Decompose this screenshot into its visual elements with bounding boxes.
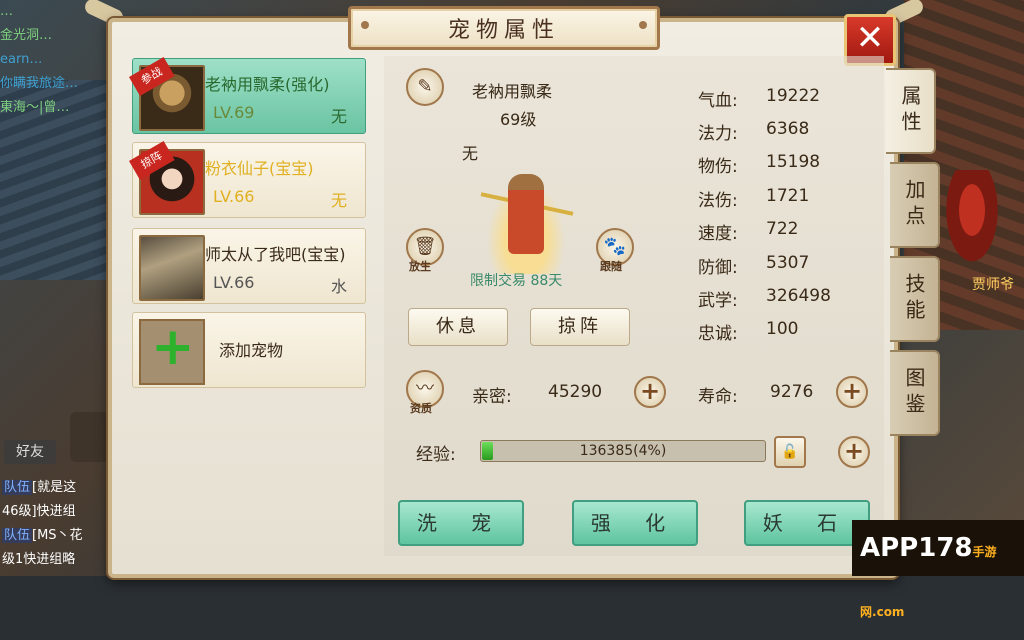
tab-add-points[interactable]: 加点 <box>890 162 940 248</box>
stat-value: 326498 <box>766 286 831 306</box>
rest-button[interactable]: 休息 <box>408 308 508 346</box>
trade-limit: 限制交易 88天 <box>470 273 563 289</box>
experience-bar: 136385(4%) <box>480 440 766 462</box>
stat-value: 6368 <box>766 119 810 139</box>
chat-line: 46级]快进组 <box>2 504 76 519</box>
friend-button[interactable]: 好友 <box>4 440 56 464</box>
site-watermark: APP178手游网.com <box>852 520 1024 619</box>
chat-line: earn… <box>0 52 43 67</box>
add-lifespan-button[interactable]: + <box>836 376 868 408</box>
team-chat: 队伍 [就是这 46级]快进组 队伍 [MS丶花 级1快进组略 <box>2 476 108 572</box>
detail-pet-level: 69级 <box>500 110 537 129</box>
pet-level: LV.69 <box>213 103 255 122</box>
detail-pet-name: 老衲用飘柔 <box>472 82 553 101</box>
stat-value: 722 <box>766 219 799 239</box>
add-pet-label: 添加宠物 <box>219 341 284 360</box>
chat-line: 队伍 [MS丶花 <box>2 528 83 543</box>
stat-value: 1721 <box>766 186 810 206</box>
lifespan-label: 寿命: <box>698 387 738 407</box>
pet-element: 无 <box>330 191 347 210</box>
tab-codex[interactable]: 图鉴 <box>890 350 940 436</box>
chat-line: 你瞒我旅途… <box>0 76 79 91</box>
tab-attributes[interactable]: 属性 <box>886 68 936 154</box>
chat-line: 级1快进组略 <box>2 552 76 567</box>
pet-level: LV.66 <box>213 187 255 206</box>
stat-label: 法伤: <box>698 191 738 211</box>
pet-portrait <box>139 235 205 301</box>
add-experience-button[interactable]: + <box>838 436 870 468</box>
stat-label: 武学: <box>698 291 738 311</box>
detail-pet-element: 无 <box>462 144 479 163</box>
pet-list-item[interactable]: 掠阵 粉衣仙子(宝宝) LV.66 无 <box>129 141 366 218</box>
stat-value: 15198 <box>766 152 821 172</box>
stat-label: 防御: <box>698 258 738 278</box>
window-title: 宠物属性 <box>348 6 660 50</box>
pet-list-item[interactable]: 参战 老衲用飘柔(强化) LV.69 无 <box>129 57 366 134</box>
stat-label: 法力: <box>698 124 738 144</box>
intimacy-value: 45290 <box>548 382 603 402</box>
plus-icon: + <box>139 317 205 385</box>
pet-element: 水 <box>330 277 347 296</box>
stat-value: 19222 <box>766 86 821 106</box>
pet-level: LV.66 <box>213 273 255 292</box>
voice-button[interactable] <box>70 412 110 462</box>
aptitude-label: 资质 <box>410 402 432 415</box>
stat-label: 物伤: <box>698 157 738 177</box>
stat-label: 速度: <box>698 224 738 244</box>
stat-value: 100 <box>766 319 799 339</box>
release-label: 放生 <box>409 260 431 273</box>
watermark-main: APP178 <box>860 533 973 563</box>
intimacy-label: 亲密: <box>472 387 512 407</box>
pet-list-item[interactable]: 师太从了我吧(宝宝) LV.66 水 <box>132 228 366 304</box>
stat-label: 气血: <box>698 91 738 111</box>
follow-label: 跟随 <box>600 260 622 273</box>
add-pet-button[interactable]: + 添加宠物 <box>132 312 366 388</box>
reset-pet-button[interactable]: 洗 宠 <box>398 500 524 546</box>
stat-value: 5307 <box>766 253 810 273</box>
experience-label: 经验: <box>416 445 456 465</box>
watermark-domain: .com <box>872 605 905 619</box>
formation-button[interactable]: 掠阵 <box>530 308 630 346</box>
chat-line: 队伍 [就是这 <box>2 480 77 495</box>
add-intimacy-button[interactable]: + <box>634 376 666 408</box>
tab-skills[interactable]: 技能 <box>890 256 940 342</box>
enhance-button[interactable]: 强 化 <box>572 500 698 546</box>
pet-name: 粉衣仙子(宝宝) <box>205 159 314 178</box>
npc-name: 贾师爷 <box>972 277 1014 293</box>
pet-name: 老衲用飘柔(强化) <box>205 75 330 94</box>
chat-line: 金光洞… <box>0 28 53 43</box>
pet-model <box>476 164 576 274</box>
stat-label: 忠诚: <box>698 324 738 344</box>
pet-name: 师太从了我吧(宝宝) <box>205 245 346 264</box>
rename-pencil-icon[interactable]: ✎ <box>406 68 444 106</box>
chat-line: 東海〜|曾… <box>0 100 70 115</box>
experience-value: 136385(4%) <box>579 443 667 459</box>
lock-icon[interactable]: 🔓 <box>774 436 806 468</box>
world-chat: … 金光洞… earn… 你瞒我旅途… 東海〜|曾… <box>0 0 110 120</box>
pet-body <box>508 174 544 254</box>
lifespan-value: 9276 <box>770 382 814 402</box>
pet-element: 无 <box>330 107 347 126</box>
npc-character[interactable] <box>942 170 1002 270</box>
